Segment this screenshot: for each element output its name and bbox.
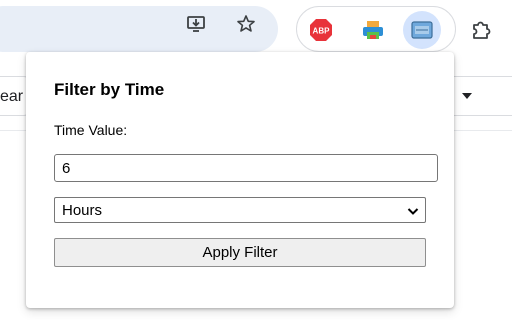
adblock-plus-icon[interactable]: ABP	[309, 18, 333, 42]
page-dropdown[interactable]	[446, 76, 512, 116]
time-value-input[interactable]: 6	[54, 154, 438, 182]
extensions-group: ABP	[296, 6, 456, 52]
chevron-down-icon	[407, 204, 419, 216]
bookmark-star-icon[interactable]	[236, 14, 256, 34]
printer-extension-icon[interactable]	[361, 18, 385, 42]
popup-title: Filter by Time	[54, 80, 165, 99]
time-filter-extension-icon[interactable]	[410, 18, 434, 42]
time-value-text: 6	[62, 159, 71, 177]
time-unit-select[interactable]: Hours	[54, 197, 426, 223]
browser-window: ABP ear Filter by Time Time Value: 6 Hou…	[0, 0, 512, 320]
caret-down-icon	[462, 93, 472, 99]
time-value-label: Time Value:	[54, 122, 128, 138]
adblock-badge-text: ABP	[313, 27, 331, 36]
time-unit-value: Hours	[62, 201, 103, 219]
apply-filter-button[interactable]: Apply Filter	[54, 238, 426, 267]
page-search-text: ear	[0, 88, 24, 105]
extensions-puzzle-icon[interactable]	[470, 17, 494, 41]
browser-toolbar: ABP	[0, 0, 512, 58]
filter-popup: Filter by Time Time Value: 6 Hours Apply…	[26, 52, 454, 308]
install-app-icon[interactable]	[186, 14, 206, 34]
